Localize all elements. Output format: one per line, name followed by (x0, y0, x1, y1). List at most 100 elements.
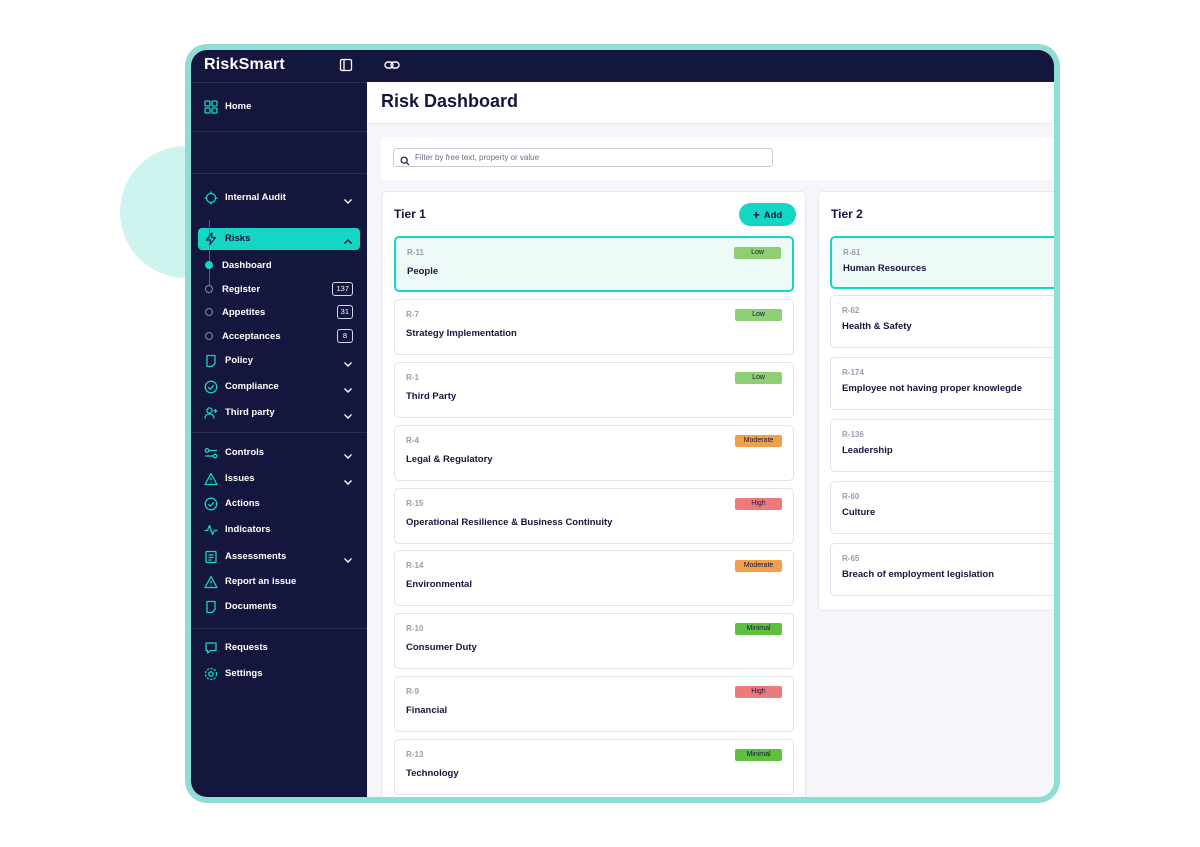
risk-id: R-15 (406, 499, 424, 508)
risk-card[interactable]: R-60 Culture (830, 481, 1054, 534)
sidebar-item-label: Documents (225, 601, 277, 612)
risk-card[interactable]: R-62 Health & Safety (830, 295, 1054, 348)
device-frame: RiskSmart Home Internal Audit Risks Dash… (185, 44, 1060, 803)
risk-card[interactable]: R-15 Operational Resilience & Business C… (394, 488, 794, 544)
subitem-label: Appetites (222, 307, 266, 318)
add-button[interactable]: + Add (739, 203, 796, 226)
risk-card[interactable]: R-9 Financial High (394, 676, 794, 732)
risk-name: Breach of employment legislation (842, 569, 995, 580)
brand-logo: RiskSmart (204, 56, 285, 73)
sidebar-item-label: Controls (225, 447, 265, 458)
risk-card[interactable]: R-1 Third Party Low (394, 362, 794, 418)
subitem-label: Acceptances (222, 331, 281, 342)
chevron-down-icon (343, 193, 353, 204)
risk-name: People (407, 266, 439, 277)
sidebar-item-compliance[interactable]: Compliance (198, 376, 360, 398)
sidebar-item-internal-audit[interactable]: Internal Audit (198, 187, 360, 209)
sidebar-divider (191, 131, 367, 132)
chevron-down-icon (343, 448, 353, 459)
risk-card[interactable]: R-136 Leadership (830, 419, 1054, 472)
sidebar-subitem-dashboard[interactable]: Dashboard (203, 256, 353, 274)
sidebar-item-indicators[interactable]: Indicators (198, 519, 360, 541)
risk-card[interactable]: R-65 Breach of employment legislation (830, 543, 1054, 596)
risk-name: Legal & Regulatory (406, 454, 493, 465)
sidebar-item-issues[interactable]: Issues (198, 468, 360, 490)
sidebar-item-label: Internal Audit (225, 192, 286, 203)
rating-badge: Low (735, 309, 782, 321)
sidebar-item-label: Compliance (225, 381, 279, 392)
chevron-up-icon (343, 234, 353, 244)
sidebar-item-assessments[interactable]: Assessments (198, 546, 360, 568)
risk-card[interactable]: R-14 Environmental Moderate (394, 550, 794, 606)
dot-icon (205, 285, 213, 293)
sidebar-item-label: Indicators (225, 524, 271, 535)
chevron-down-icon (343, 356, 353, 367)
sidebar-item-report-issue[interactable]: Report an issue (198, 571, 360, 593)
sidebar-item-documents[interactable]: Documents (198, 596, 360, 618)
link-icon[interactable] (384, 58, 400, 72)
risk-id: R-10 (406, 624, 424, 633)
document-icon (204, 354, 218, 368)
sidebar-item-home[interactable]: Home (198, 96, 360, 118)
search-box[interactable] (393, 148, 773, 167)
sidebar-subitem-acceptances[interactable]: Acceptances 8 (203, 327, 353, 345)
risk-id: R-65 (842, 554, 860, 563)
risk-card[interactable]: R-4 Legal & Regulatory Moderate (394, 425, 794, 481)
warning-icon (204, 575, 218, 589)
sidebar-item-label: Home (225, 101, 252, 112)
controls-icon (204, 446, 218, 460)
sidebar-item-third-party[interactable]: Third party (198, 402, 360, 424)
risk-card[interactable]: R-61 Human Resources (830, 236, 1054, 289)
risk-name: Culture (842, 507, 876, 518)
count-badge: 8 (337, 329, 353, 343)
sidebar-item-requests[interactable]: Requests (198, 637, 360, 659)
risk-name: Human Resources (843, 263, 927, 274)
sidebar-item-actions[interactable]: Actions (198, 493, 360, 515)
warning-icon (204, 472, 218, 486)
chat-icon (204, 641, 218, 655)
sidebar-item-policy[interactable]: Policy (198, 350, 360, 372)
risk-card[interactable]: R-7 Strategy Implementation Low (394, 299, 794, 355)
risk-card[interactable]: R-174 Employee not having proper knowleg… (830, 357, 1054, 410)
sidebar-divider (191, 628, 367, 629)
user-add-icon (204, 406, 218, 420)
top-bar: RiskSmart (191, 50, 1054, 82)
sidebar-item-label: Requests (225, 642, 268, 653)
risk-name: Technology (406, 768, 459, 779)
sidebar-subitem-register[interactable]: Register 137 (203, 280, 353, 298)
sidebar-item-controls[interactable]: Controls (198, 442, 360, 464)
sidebar-toggle-icon[interactable] (339, 58, 353, 72)
risk-name: Third Party (406, 391, 457, 402)
search-icon (400, 153, 410, 166)
risk-name: Environmental (406, 579, 472, 590)
tier2-panel: Tier 2 R-61 Human Resources R-62 Health … (818, 191, 1054, 611)
risk-id: R-1 (406, 373, 419, 382)
sidebar-item-risks[interactable]: Risks (198, 228, 360, 250)
grid-icon (204, 100, 218, 114)
sidebar-subitem-appetites[interactable]: Appetites 31 (203, 303, 353, 321)
risk-id: R-62 (842, 306, 860, 315)
sidebar-item-label: Settings (225, 668, 263, 679)
sidebar-item-settings[interactable]: Settings (198, 663, 360, 685)
check-circle-icon (204, 497, 218, 511)
search-input[interactable] (415, 151, 765, 164)
risk-id: R-13 (406, 750, 424, 759)
risk-card[interactable]: R-13 Technology Minimal (394, 739, 794, 795)
sidebar-item-label: Risks (225, 233, 251, 244)
document-icon (204, 600, 218, 614)
filter-panel (381, 137, 1054, 180)
risk-id: R-136 (842, 430, 864, 439)
risk-name: Strategy Implementation (406, 328, 517, 339)
rating-badge: Minimal (735, 749, 782, 761)
risk-name: Employee not having proper knowlegde (842, 383, 1022, 394)
risk-name: Consumer Duty (406, 642, 477, 653)
count-badge: 31 (336, 305, 353, 319)
risk-name: Operational Resilience & Business Contin… (406, 517, 613, 528)
rating-badge: Moderate (735, 560, 782, 572)
risk-id: R-11 (407, 248, 424, 257)
risk-card[interactable]: R-10 Consumer Duty Minimal (394, 613, 794, 669)
rating-badge: Moderate (735, 435, 782, 447)
dot-icon (205, 332, 213, 340)
risk-card[interactable]: R-11 People Low (394, 236, 794, 292)
rating-badge: Low (735, 372, 782, 384)
